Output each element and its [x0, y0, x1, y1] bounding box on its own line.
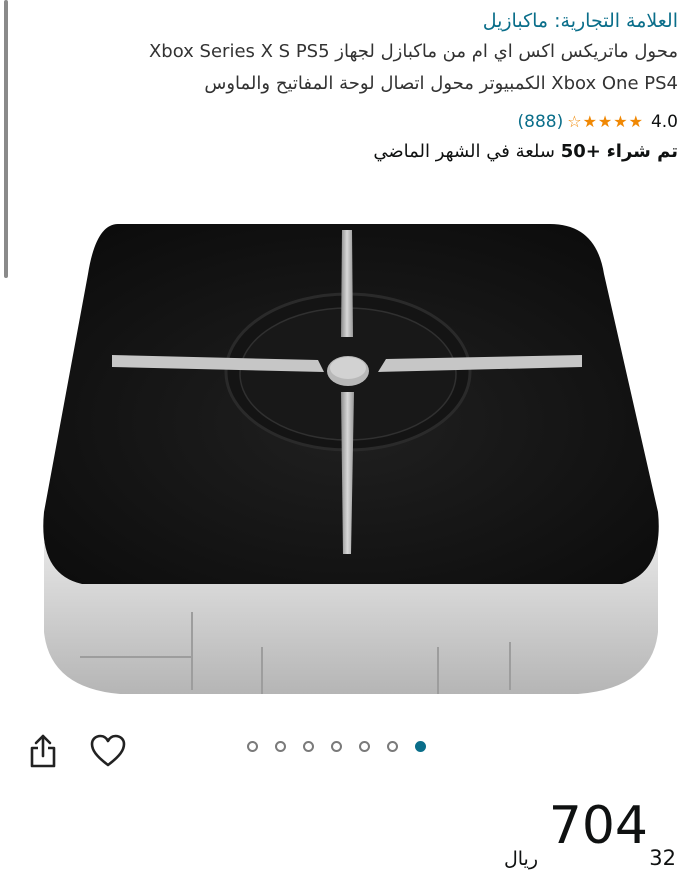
share-icon — [30, 734, 56, 768]
rating-value: 4.0 — [650, 112, 678, 132]
purchase-prefix: تم شراء — [606, 141, 678, 162]
price: ريال 704 32 — [476, 796, 676, 878]
rating-count[interactable]: (888) — [518, 112, 564, 132]
star-rating: ☆ ★ ★ ★ ★ — [567, 114, 643, 130]
pager-dot-active[interactable] — [415, 741, 426, 752]
product-image[interactable] — [30, 212, 670, 717]
pager-dot[interactable] — [387, 741, 398, 752]
price-currency: ريال — [503, 848, 538, 870]
star-empty-icon: ☆ — [567, 112, 582, 131]
purchase-amount: +50 — [560, 141, 601, 162]
price-fraction: 32 — [649, 846, 676, 870]
product-title-line1: محول ماتريكس اكس اي ام من ماكبازل لجهاز … — [148, 41, 678, 62]
star-filled-icon: ★ — [628, 112, 643, 131]
favorite-button[interactable] — [88, 732, 128, 770]
purchase-suffix: سلعة في الشهر الماضي — [373, 141, 555, 162]
brand-link[interactable]: العلامة التجارية: ماكبازيل — [30, 6, 678, 36]
pager-dot[interactable] — [247, 741, 258, 752]
star-filled-icon: ★ — [613, 112, 628, 131]
pager-dot[interactable] — [275, 741, 286, 752]
product-title-line2: Xbox One PS4 الكمبيوتر محول اتصال لوحة ا… — [204, 73, 678, 94]
page-scrollbar[interactable] — [4, 0, 8, 278]
rating-summary[interactable]: (888) ☆ ★ ★ ★ ★ 4.0 — [30, 109, 678, 135]
product-actions — [0, 728, 700, 774]
price-whole: 704 — [548, 796, 648, 856]
image-pager — [247, 741, 426, 752]
heart-icon — [90, 734, 126, 767]
star-filled-icon: ★ — [597, 112, 613, 131]
product-header: العلامة التجارية: ماكبازيل محول ماتريكس … — [30, 6, 678, 167]
product-title: محول ماتريكس اكس اي ام من ماكبازل لجهاز … — [30, 36, 678, 100]
pager-dot[interactable] — [359, 741, 370, 752]
pager-dot[interactable] — [331, 741, 342, 752]
purchase-count-text: تم شراء +50 سلعة في الشهر الماضي — [30, 137, 678, 167]
share-button[interactable] — [26, 732, 60, 770]
star-filled-icon: ★ — [582, 112, 597, 131]
pager-dot[interactable] — [303, 741, 314, 752]
